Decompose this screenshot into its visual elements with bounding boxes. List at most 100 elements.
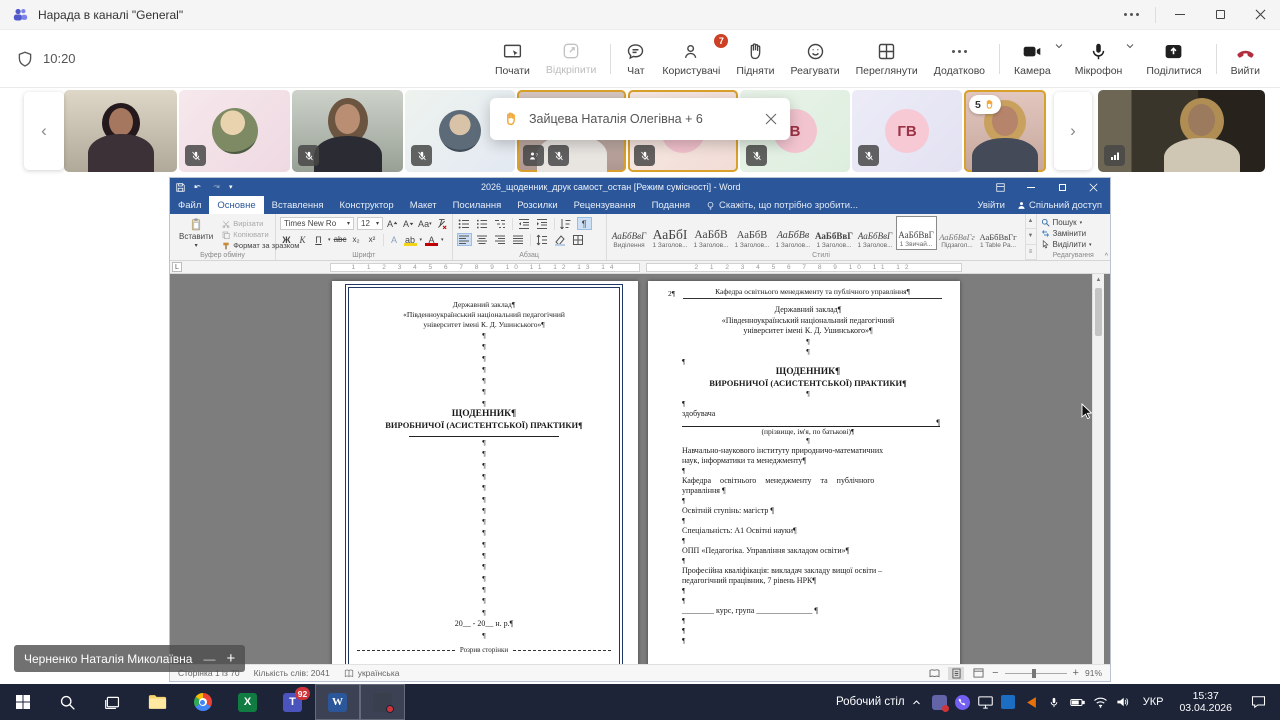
zoom-slider-thumb[interactable] [1032, 669, 1036, 678]
tab-review[interactable]: Рецензування [566, 196, 644, 214]
font-color-button[interactable]: А [425, 233, 438, 246]
strip-next-button[interactable]: › [1054, 92, 1092, 170]
battery-tray-icon[interactable] [1066, 684, 1089, 720]
justify-icon[interactable] [511, 233, 526, 246]
taskbar-clock[interactable]: 15:37 03.04.2026 [1171, 690, 1240, 714]
participant-video[interactable] [292, 90, 403, 172]
style-item[interactable]: АаБбВвГВиділення [609, 216, 650, 250]
numbering-icon[interactable] [475, 217, 490, 230]
participant-video[interactable]: 5 [964, 90, 1046, 172]
wifi-tray-icon[interactable] [1089, 684, 1112, 720]
paste-button[interactable]: Вставити▾ [174, 217, 218, 250]
word-taskbar-icon[interactable]: W [315, 684, 360, 720]
zoom-slider[interactable] [1005, 673, 1067, 674]
style-item[interactable]: АаБбВвГг1 Table Pa... [978, 216, 1019, 250]
style-item[interactable]: АаБбВвГ1 Заголов... [814, 216, 855, 250]
overlay-plus-button[interactable]: + [226, 650, 235, 667]
strip-prev-button[interactable]: ‹ [24, 92, 64, 170]
microphone-tray-icon[interactable] [1043, 684, 1066, 720]
chrome-icon[interactable] [180, 684, 225, 720]
share-document-button[interactable]: Спільний доступ [1017, 200, 1102, 211]
line-spacing-icon[interactable] [535, 233, 550, 246]
zoom-out-button[interactable]: − [992, 667, 998, 679]
show-marks-icon[interactable]: ¶ [577, 217, 592, 230]
scrollbar-thumb[interactable] [1095, 288, 1102, 336]
style-item[interactable]: АаБбВв1 Заголов... [773, 216, 814, 250]
clear-formatting-button[interactable] [435, 217, 448, 230]
display-tray-icon[interactable] [974, 684, 997, 720]
align-right-icon[interactable] [493, 233, 508, 246]
unpin-button[interactable]: Відкріпити [538, 31, 604, 87]
toast-close-button[interactable] [765, 113, 777, 125]
word-restore-button[interactable] [1051, 178, 1073, 196]
microphone-button[interactable]: Мікрофон [1067, 31, 1131, 87]
replace-button[interactable]: Замінити [1041, 229, 1092, 238]
qat-customize-icon[interactable]: ▾ [229, 183, 233, 191]
underline-button[interactable]: П [312, 233, 325, 246]
highlight-button[interactable]: ab [404, 233, 417, 246]
document-page-2[interactable]: 2¶ Кафедра освітнього менеджменту та пуб… [648, 281, 960, 664]
window-maximize-button[interactable] [1200, 0, 1240, 30]
leave-button[interactable]: Вийти [1223, 31, 1268, 87]
window-minimize-button[interactable] [1160, 0, 1200, 30]
view-button[interactable]: Переглянути [848, 31, 926, 87]
text-effects-button[interactable]: А [388, 233, 401, 246]
style-item[interactable]: АаБбІ1 Заголов... [650, 216, 691, 250]
tab-layout[interactable]: Макет [402, 196, 445, 214]
participant-avatar[interactable] [179, 90, 290, 172]
select-button[interactable]: Виділити▾ [1041, 240, 1092, 249]
shading-icon[interactable] [553, 233, 568, 246]
styles-scroll-down[interactable]: ▼ [1026, 229, 1036, 244]
start-presenting-button[interactable]: Почати [487, 31, 538, 87]
meeting-app-icon[interactable] [360, 684, 405, 720]
speaker-tray-icon[interactable] [1112, 684, 1135, 720]
tab-selector[interactable]: L [172, 262, 182, 272]
style-item[interactable]: АаБбВ1 Заголов... [732, 216, 773, 250]
language-indicator[interactable]: українська [344, 668, 400, 678]
blue-app-tray-icon[interactable] [997, 684, 1020, 720]
sort-icon[interactable] [559, 217, 574, 230]
bold-button[interactable]: Ж [280, 233, 293, 246]
tab-view[interactable]: Подання [644, 196, 698, 214]
start-button[interactable] [0, 684, 45, 720]
shrink-font-button[interactable]: А [402, 217, 415, 230]
teams-chat-icon[interactable]: T 92 [270, 684, 315, 720]
word-close-button[interactable] [1082, 178, 1104, 196]
align-center-icon[interactable] [475, 233, 490, 246]
window-more-button[interactable] [1111, 0, 1151, 30]
raise-hand-button[interactable]: Підняти [728, 31, 782, 87]
tab-home[interactable]: Основне [209, 196, 263, 214]
styles-scroll-up[interactable]: ▲ [1026, 214, 1036, 229]
borders-icon[interactable] [571, 233, 586, 246]
hidden-icons-chevron[interactable] [905, 684, 928, 720]
more-actions-button[interactable]: Додатково [926, 31, 993, 87]
increase-indent-icon[interactable] [535, 217, 550, 230]
teams-tray-icon[interactable] [928, 684, 951, 720]
search-button[interactable] [45, 684, 90, 720]
document-canvas[interactable]: Державний заклад¶ «Південноукраїнський н… [170, 274, 1110, 664]
desktop-toolbar-label[interactable]: Робочий стіл [836, 684, 905, 720]
strikethrough-button[interactable]: abc [334, 233, 347, 246]
align-left-icon[interactable] [457, 233, 472, 246]
file-explorer-icon[interactable] [135, 684, 180, 720]
overlay-minus-button[interactable]: — [203, 652, 215, 666]
zoom-in-button[interactable]: + [1073, 667, 1079, 679]
ruler-segment[interactable]: 2 1 2 3 4 5 6 7 8 9 10 11 12 [646, 263, 962, 272]
font-size-select[interactable]: 12▾ [357, 217, 383, 230]
ribbon-display-options-icon[interactable] [989, 178, 1011, 196]
participants-button[interactable]: 7 Користувачі [654, 31, 728, 87]
excel-icon[interactable]: X [225, 684, 270, 720]
sign-in-button[interactable]: Увійти [977, 200, 1005, 211]
word-count[interactable]: Кількість слів: 2041 [254, 668, 330, 678]
change-case-button[interactable]: Аа▾ [418, 217, 432, 230]
media-tray-icon[interactable] [1020, 684, 1043, 720]
word-minimize-button[interactable] [1020, 178, 1042, 196]
style-item[interactable]: АаБбВвГгПідзагол... [937, 216, 978, 250]
print-layout-button[interactable] [948, 667, 964, 680]
style-item[interactable]: АаБбВ1 Заголов... [691, 216, 732, 250]
language-switcher[interactable]: УКР [1135, 696, 1172, 708]
viber-tray-icon[interactable] [951, 684, 974, 720]
task-view-button[interactable] [90, 684, 135, 720]
bullets-icon[interactable] [457, 217, 472, 230]
action-center-button[interactable] [1240, 684, 1276, 720]
